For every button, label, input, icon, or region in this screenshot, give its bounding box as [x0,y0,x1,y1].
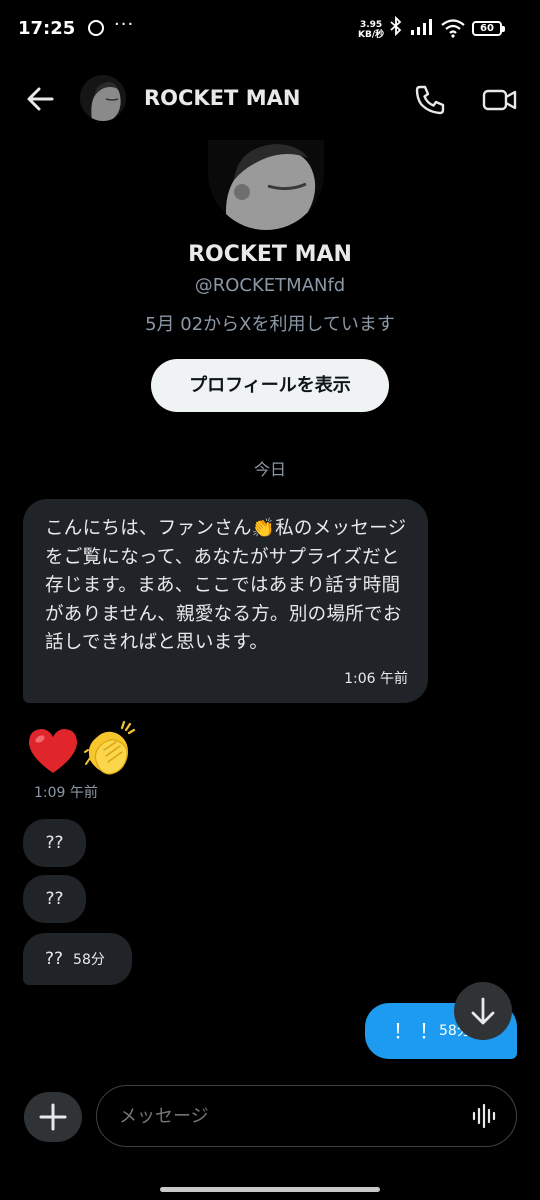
incoming-message[interactable]: こんにちは、ファンさん👏私のメッセージをご覧になって、あなたがサプライズだと存じ… [23,499,428,703]
voice-message-button[interactable] [470,1102,498,1130]
header-avatar[interactable] [80,75,126,121]
date-divider: 今日 [253,460,286,479]
incoming-message[interactable]: ?? 58分 [23,933,132,985]
add-attachment-button[interactable] [24,1092,82,1142]
message-timestamp: 58分 [73,952,105,968]
battery-icon: 60 [472,21,505,36]
arrow-down-icon [471,997,495,1025]
voice-call-button[interactable] [412,82,448,118]
incoming-message[interactable]: ?? [23,875,86,923]
status-more-icon: ··· [114,14,135,35]
view-profile-button[interactable]: プロフィールを表示 [151,359,389,412]
wifi-icon [440,18,466,42]
network-speed-value: 3.95 [359,20,383,30]
scroll-to-bottom-button[interactable] [454,982,512,1040]
incoming-message[interactable]: ?? [23,819,86,867]
message-text: こんにちは、ファンさん👏私のメッセージをご覧になって、あなたがサプライズだと存じ… [45,518,407,653]
back-arrow-icon [27,87,54,111]
avatar-portrait-icon [208,140,324,230]
back-button[interactable] [24,82,58,116]
message-timestamp: 1:09 午前 [34,785,98,801]
video-camera-icon [482,89,517,111]
incoming-emoji-message[interactable] [26,720,140,790]
message-text: ?? [45,949,64,969]
message-input[interactable] [117,1086,451,1147]
clapping-hands-icon [84,720,140,776]
network-speed-unit: KB/秒 [358,30,385,40]
network-speed: 3.95 KB/秒 [358,20,384,40]
profile-joined-date: 5月 02からXを利用しています [145,314,395,335]
phone-icon [415,85,445,115]
cell-signal-icon [410,18,434,40]
message-timestamp: 1:06 午前 [344,671,408,687]
red-heart-icon [26,726,80,776]
conversation-title[interactable]: ROCKET MAN [144,86,300,110]
video-call-button[interactable] [480,82,520,118]
message-text: ！！ [393,1019,445,1043]
audio-waveform-icon [472,1103,496,1129]
plus-icon [39,1103,67,1131]
profile-name: ROCKET MAN [188,242,352,267]
avatar-portrait-icon [80,75,126,121]
status-time: 17:25 [18,18,76,39]
message-composer [96,1085,517,1147]
home-indicator[interactable] [160,1187,380,1192]
bluetooth-icon [390,15,402,40]
profile-avatar[interactable] [208,140,324,230]
notification-app-icon [88,20,104,36]
profile-handle: @ROCKETMANfd [194,275,346,296]
